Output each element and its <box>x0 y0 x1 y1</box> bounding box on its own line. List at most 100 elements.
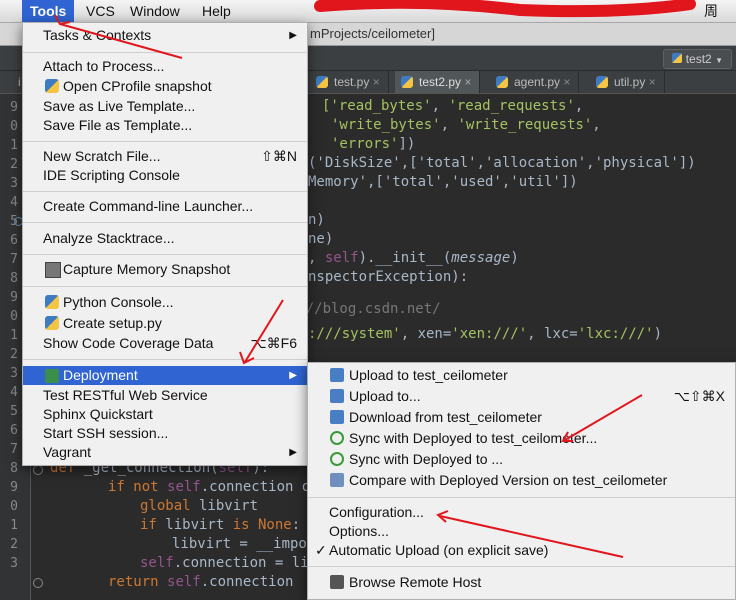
menu-item-save-live-template[interactable]: Save as Live Template... <box>23 97 307 116</box>
code-line[interactable]: ne) <box>308 231 333 247</box>
menu-item-compare-deployed[interactable]: Compare with Deployed Version on test_ce… <box>308 471 735 490</box>
run-config-selector[interactable]: test2 ▼ <box>662 49 732 69</box>
line-number: 0 <box>10 499 18 514</box>
menu-item-test-restful[interactable]: Test RESTful Web Service <box>23 386 307 405</box>
menu-vcs[interactable]: VCS <box>78 0 123 22</box>
menu-item-create-setup[interactable]: Create setup.py <box>23 314 307 333</box>
tab-util-py[interactable]: util.py × <box>590 71 665 93</box>
code-line[interactable]: self.connection = lib <box>140 555 317 571</box>
close-icon[interactable]: × <box>563 75 570 89</box>
menu-tools[interactable]: Tools <box>22 0 75 22</box>
menu-item-start-ssh[interactable]: Start SSH session... <box>23 424 307 443</box>
line-number: 6 <box>10 233 18 248</box>
python-icon <box>671 53 682 63</box>
line-number: 9 <box>10 100 18 115</box>
menu-item-tasks-contexts[interactable]: Tasks & Contexts ▶ <box>23 26 307 45</box>
code-line[interactable]: nspectorException): <box>308 269 468 285</box>
menu-item-upload-to[interactable]: Upload to... ⌥⇧⌘X <box>308 387 735 406</box>
close-icon[interactable]: × <box>464 75 471 89</box>
menu-item-sync-deployed-test[interactable]: Sync with Deployed to test_ceilometer... <box>308 429 735 448</box>
menu-item-options[interactable]: Options... <box>308 522 735 541</box>
menu-item-download-from[interactable]: Download from test_ceilometer <box>308 408 735 427</box>
code-line[interactable]: 'errors']) <box>331 136 415 152</box>
checkmark-icon: ✓ <box>315 542 327 558</box>
compare-icon <box>330 473 344 487</box>
line-number: 1 <box>10 328 18 343</box>
menu-item-sphinx[interactable]: Sphinx Quickstart <box>23 405 307 424</box>
chevron-down-icon: ▼ <box>715 56 723 65</box>
menu-item-python-console[interactable]: Python Console... <box>23 293 307 312</box>
code-line[interactable]: :///system', xen='xen:///', lxc='lxc:///… <box>308 326 662 342</box>
menu-item-cmd-launcher[interactable]: Create Command-line Launcher... <box>23 197 307 216</box>
deployment-icon <box>45 369 59 383</box>
tab-test2-py[interactable]: test2.py × <box>395 71 481 93</box>
code-line[interactable]: if not self.connection or <box>108 479 319 495</box>
menu-help[interactable]: Help <box>194 0 239 22</box>
line-number: 4 <box>10 195 18 210</box>
python-file-icon <box>401 76 413 88</box>
menu-item-sync-deployed[interactable]: Sync with Deployed to ... <box>308 450 735 469</box>
python-icon <box>45 79 59 93</box>
menu-item-attach-process[interactable]: Attach to Process... <box>23 57 307 76</box>
menu-item-analyze-stacktrace[interactable]: Analyze Stacktrace... <box>23 229 307 248</box>
code-line[interactable]: n) <box>308 212 325 228</box>
fold-marker-icon[interactable] <box>33 578 43 588</box>
upload-icon <box>330 368 344 382</box>
code-line[interactable]: ('DiskSize',['total','allocation','physi… <box>308 155 696 171</box>
menu-item-browse-remote[interactable]: Browse Remote Host <box>308 573 735 592</box>
line-number: 2 <box>10 157 18 172</box>
line-number: 8 <box>10 271 18 286</box>
tab-label: test.py <box>334 75 370 89</box>
menu-item-upload-to-test[interactable]: Upload to test_ceilometer <box>308 366 735 385</box>
close-icon[interactable]: × <box>649 75 656 89</box>
menu-item-open-cprofile[interactable]: Open CProfile snapshot <box>23 77 307 96</box>
menu-separator <box>308 566 735 567</box>
code-line[interactable]: if libvirt is None: <box>140 517 300 533</box>
upload-icon <box>330 389 344 403</box>
line-number: 1 <box>10 518 18 533</box>
fold-marker-icon[interactable] <box>33 465 43 475</box>
code-line[interactable]: ['read_bytes', 'read_requests', <box>322 98 583 114</box>
menu-item-deployment[interactable]: Deployment ▶ <box>23 366 307 385</box>
code-line[interactable]: Memory',['total','used','util']) <box>308 174 578 190</box>
line-number: 0 <box>10 119 18 134</box>
menu-separator <box>23 359 307 360</box>
menu-separator <box>23 191 307 192</box>
menu-item-automatic-upload[interactable]: ✓ Automatic Upload (on explicit save) <box>308 541 735 560</box>
menu-separator <box>23 222 307 223</box>
chevron-right-icon: ▶ <box>289 30 297 41</box>
tools-menu: Tasks & Contexts ▶ Attach to Process... O… <box>22 22 308 466</box>
line-number: 8 <box>10 461 18 476</box>
menu-item-ide-scripting[interactable]: IDE Scripting Console <box>23 166 307 185</box>
close-icon[interactable]: × <box>373 75 380 89</box>
line-number: 2 <box>10 537 18 552</box>
code-line[interactable]: 'write_bytes', 'write_requests', <box>331 117 601 133</box>
window-title-path: mProjects/ceilometer] <box>310 26 435 41</box>
code-line[interactable]: return self.connection <box>108 574 293 590</box>
tab-partial-label: i <box>18 75 21 89</box>
menu-item-save-file-template[interactable]: Save File as Template... <box>23 116 307 135</box>
chevron-right-icon: ▶ <box>289 370 297 381</box>
code-line[interactable]: libvirt = __impor <box>172 536 315 552</box>
tab-test-py[interactable]: test.py × <box>310 71 389 93</box>
menu-item-vagrant[interactable]: Vagrant ▶ <box>23 443 307 462</box>
line-number: 7 <box>10 252 18 267</box>
line-number: 4 <box>10 385 18 400</box>
code-line[interactable]: , self).__init__(message) <box>308 250 519 266</box>
python-icon <box>45 295 59 309</box>
line-number: 9 <box>10 480 18 495</box>
line-number: 6 <box>10 423 18 438</box>
browse-remote-icon <box>330 575 344 589</box>
line-number: 7 <box>10 442 18 457</box>
menu-separator <box>308 497 735 498</box>
tab-agent-py[interactable]: agent.py × <box>490 71 580 93</box>
menu-item-new-scratch[interactable]: New Scratch File... ⇧⌘N <box>23 147 307 166</box>
code-line[interactable]: global libvirt <box>140 498 258 514</box>
menu-window[interactable]: Window <box>122 0 188 22</box>
menu-item-capture-memory[interactable]: Capture Memory Snapshot <box>23 260 307 279</box>
menu-item-configuration[interactable]: Configuration... <box>308 503 735 522</box>
line-number: 1 <box>10 138 18 153</box>
line-number: 3 <box>10 366 18 381</box>
menu-item-code-coverage[interactable]: Show Code Coverage Data ⌥⌘F6 <box>23 334 307 353</box>
line-number: 3 <box>10 176 18 191</box>
